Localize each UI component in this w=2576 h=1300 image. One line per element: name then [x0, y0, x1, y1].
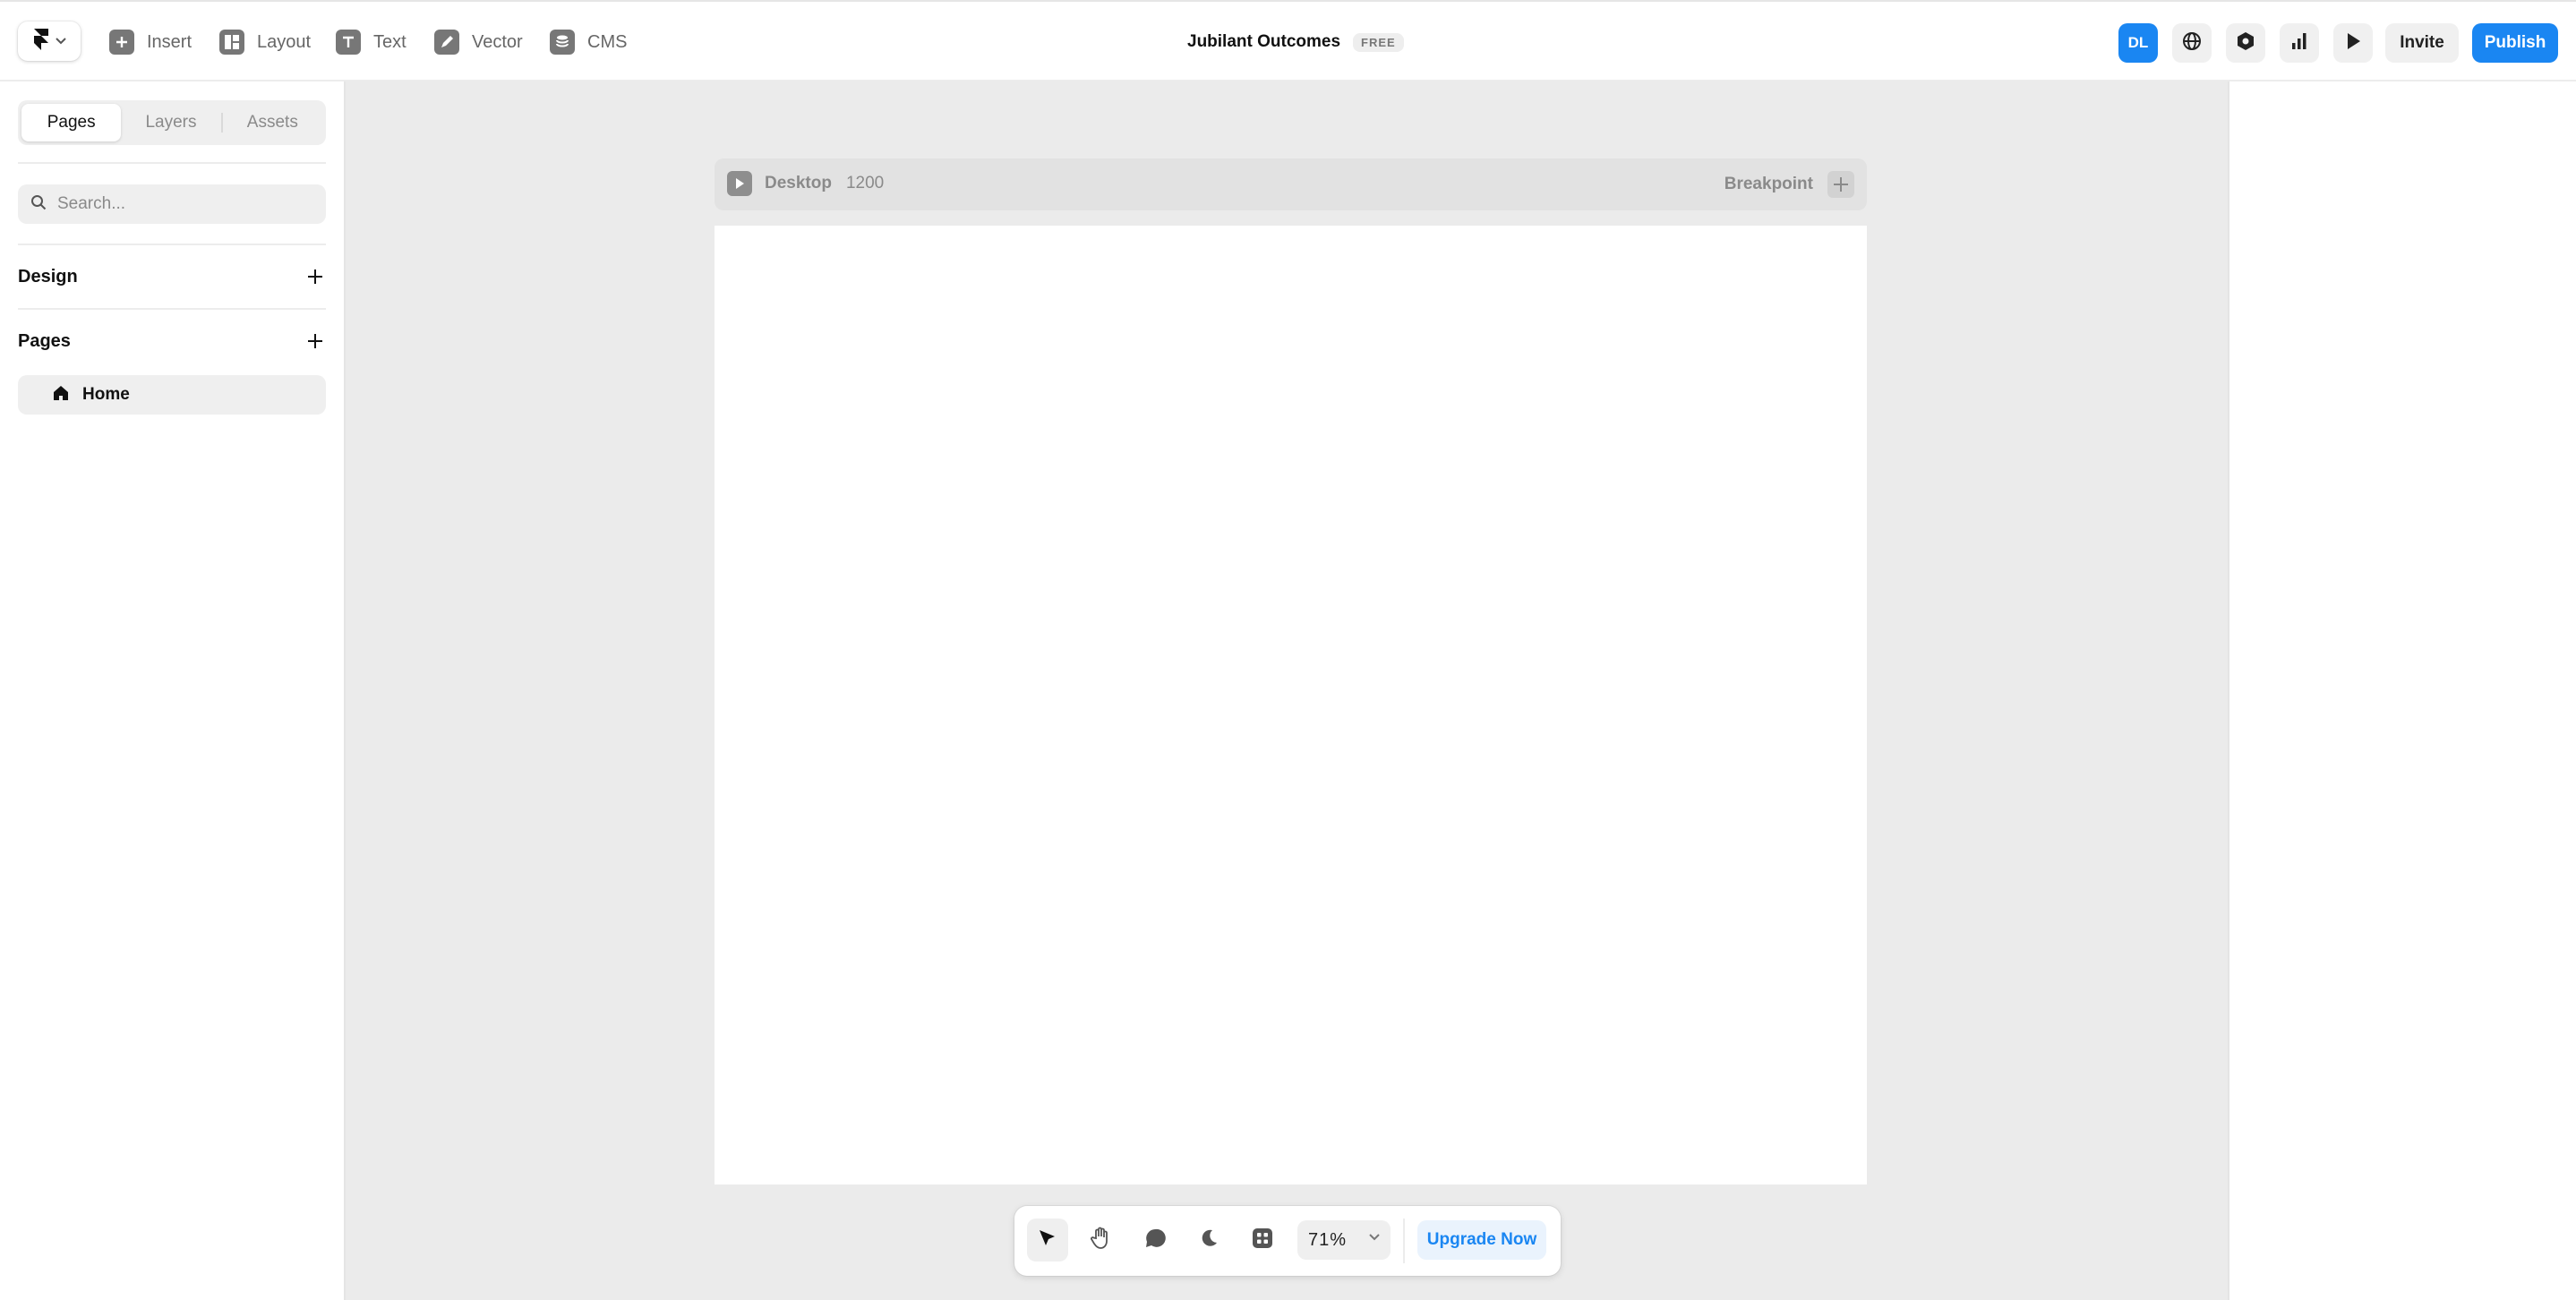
design-section-header: Design [18, 263, 326, 290]
add-page-icon[interactable] [306, 332, 324, 350]
play-icon [2345, 32, 2361, 55]
app-menu-button[interactable] [18, 21, 81, 61]
tab-layers[interactable]: Layers [121, 104, 220, 141]
top-toolbar: Insert Layout Text Vector CMS Jubilant O… [0, 0, 2576, 81]
globe-button[interactable] [2172, 23, 2212, 63]
breakpoint-width: 1200 [845, 174, 885, 192]
text-tool-button[interactable]: Text [336, 27, 407, 57]
analytics-button[interactable] [2280, 23, 2319, 63]
search-input[interactable] [57, 194, 308, 214]
comment-bubble-icon [1144, 1227, 1166, 1253]
tab-assets[interactable]: Assets [223, 104, 322, 141]
database-icon [550, 30, 575, 55]
vector-tool-button[interactable]: Vector [434, 27, 523, 57]
grid-icon [1252, 1227, 1273, 1253]
hand-tool-button[interactable] [1081, 1219, 1122, 1262]
tab-pages[interactable]: Pages [21, 104, 122, 141]
bottom-toolbar: 71% Upgrade Now [1014, 1206, 1561, 1276]
framer-logo-icon [32, 28, 50, 55]
cursor-arrow-icon [1037, 1227, 1058, 1253]
select-tool-button[interactable] [1027, 1219, 1068, 1262]
project-title[interactable]: Jubilant Outcomes FREE [1187, 29, 1404, 56]
globe-icon [2182, 31, 2202, 56]
dark-mode-button[interactable] [1188, 1219, 1229, 1262]
design-section-title: Design [18, 266, 78, 287]
add-breakpoint-icon[interactable] [1827, 171, 1854, 198]
chevron-down-icon [56, 33, 66, 49]
toolbar-divider [1403, 1219, 1405, 1263]
insert-tool-button[interactable]: Insert [109, 27, 192, 57]
moon-icon [1199, 1228, 1219, 1253]
invite-button[interactable]: Invite [2385, 23, 2459, 63]
layout-icon [219, 30, 244, 55]
text-icon [336, 30, 361, 55]
desktop-frame[interactable] [715, 226, 1867, 1185]
pages-section-title: Pages [18, 330, 71, 351]
upgrade-now-button[interactable]: Upgrade Now [1417, 1220, 1546, 1260]
plus-square-icon [109, 30, 134, 55]
project-name: Jubilant Outcomes [1187, 32, 1341, 51]
page-item-label: Home [82, 385, 130, 404]
comment-tool-button[interactable] [1134, 1219, 1176, 1262]
text-label: Text [373, 31, 407, 52]
add-design-icon[interactable] [306, 268, 324, 286]
preview-breakpoint-icon[interactable] [727, 171, 752, 196]
vector-label: Vector [472, 31, 523, 52]
cms-tool-button[interactable]: CMS [550, 27, 627, 57]
page-item-home[interactable]: Home [18, 375, 326, 415]
bar-chart-icon [2290, 32, 2308, 55]
search-icon [30, 194, 47, 215]
breakpoint-bar: Desktop 1200 Breakpoint [715, 158, 1867, 210]
left-sidebar: Pages Layers Assets Design Pages Home [0, 81, 346, 1300]
cms-label: CMS [587, 31, 628, 52]
sidebar-tabs: Pages Layers Assets [18, 100, 326, 145]
layout-tool-button[interactable]: Layout [219, 27, 311, 57]
divider [18, 244, 326, 245]
preview-button[interactable] [2333, 23, 2373, 63]
zoom-value: 71% [1308, 1229, 1348, 1250]
pen-icon [434, 30, 459, 55]
breakpoint-name[interactable]: Desktop [765, 174, 832, 193]
settings-button[interactable] [2226, 23, 2265, 63]
divider [18, 162, 326, 164]
breakpoint-label[interactable]: Breakpoint [1724, 175, 1813, 194]
publish-button[interactable]: Publish [2472, 23, 2558, 63]
hand-icon [1091, 1227, 1112, 1254]
divider [18, 308, 326, 310]
user-avatar[interactable]: DL [2118, 23, 2158, 63]
home-icon [52, 384, 70, 406]
components-button[interactable] [1242, 1219, 1283, 1262]
search-field[interactable] [18, 184, 326, 224]
insert-label: Insert [147, 31, 193, 52]
chevron-down-icon [1369, 1234, 1380, 1241]
plan-badge: FREE [1353, 32, 1404, 52]
hexagon-settings-icon [2236, 31, 2255, 56]
layout-label: Layout [257, 31, 312, 52]
zoom-select[interactable]: 71% [1297, 1220, 1391, 1260]
properties-panel [2228, 81, 2576, 1300]
pages-section-header: Pages [18, 328, 326, 355]
